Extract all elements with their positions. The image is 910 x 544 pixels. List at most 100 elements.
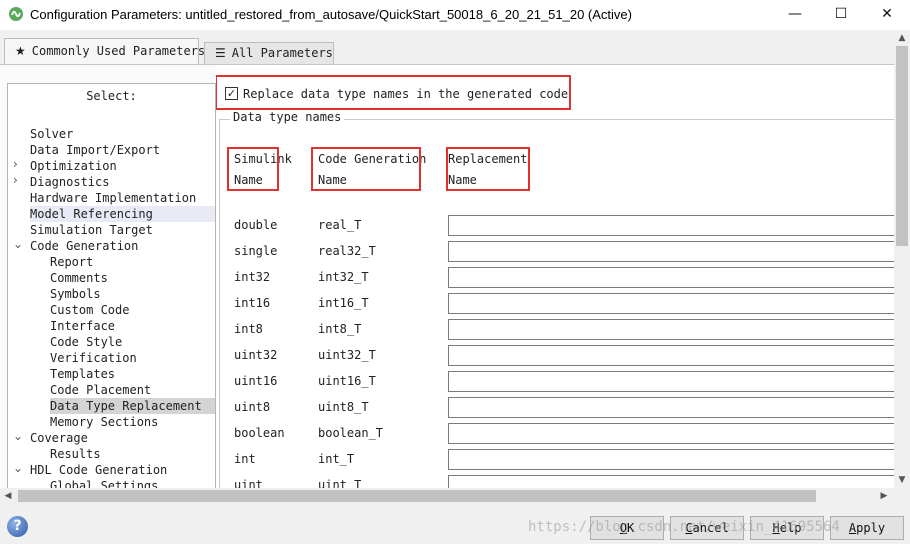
vertical-scroll-thumb[interactable]	[896, 46, 908, 246]
maximize-button[interactable]: ☐	[818, 0, 864, 30]
simulink-type-name: boolean	[234, 426, 285, 440]
data-type-replacement-pane: ✓ Replace data type names in the generat…	[216, 65, 894, 489]
help-button[interactable]: Help	[750, 516, 824, 540]
replacement-name-input[interactable]	[448, 267, 894, 288]
title-bar: Configuration Parameters: untitled_resto…	[0, 0, 910, 30]
annotation-box-checkbox	[216, 75, 571, 110]
tree-header: Select:	[86, 89, 137, 103]
expand-chevron-icon[interactable]: ›	[13, 173, 23, 187]
tree-item[interactable]: Coverage	[30, 430, 215, 446]
tree-item[interactable]: Interface	[50, 318, 215, 334]
close-button[interactable]: ✕	[864, 0, 910, 30]
codegen-type-name: int16_T	[318, 296, 369, 310]
list-icon: ☰	[215, 46, 226, 60]
tree-item[interactable]: Custom Code	[50, 302, 215, 318]
simulink-type-name: int32	[234, 270, 271, 284]
annotation-box-simulink-name	[227, 147, 279, 191]
group-title: Data type names	[230, 110, 345, 124]
collapse-chevron-icon[interactable]: ⌄	[13, 429, 23, 443]
tree-item[interactable]: Symbols	[50, 286, 215, 302]
category-tree: Select: Solver Data Import/Export › Optimiz…	[7, 83, 216, 489]
button-label-rest: pply	[856, 521, 886, 535]
tree-item[interactable]: Hardware Implementation	[30, 190, 215, 206]
tree-item[interactable]: Memory Sections	[50, 414, 215, 430]
replacement-name-input[interactable]	[448, 449, 894, 470]
tree-item[interactable]: Code Placement	[50, 382, 215, 398]
cancel-button[interactable]: Cancel	[670, 516, 744, 540]
tree-item[interactable]: Verification	[50, 350, 215, 366]
help-icon[interactable]: ?	[7, 516, 28, 537]
button-mnemonic: C	[685, 521, 693, 535]
scroll-down-icon[interactable]: ▼	[894, 472, 910, 488]
vertical-scrollbar[interactable]: ▲ ▼	[894, 30, 910, 488]
annotation-box-replacement-name	[446, 147, 530, 191]
codegen-type-name: uint8_T	[318, 400, 369, 414]
simulink-type-name: uint16	[234, 374, 278, 388]
codegen-type-name: int_T	[318, 452, 355, 466]
codegen-type-name: uint32_T	[318, 348, 376, 362]
button-label-rest: ancel	[692, 521, 729, 535]
tab-bar: ★ Commonly Used Parameters ☰ All Parameter…	[0, 30, 910, 64]
tree-item[interactable]: Data Import/Export	[30, 142, 215, 158]
simulink-type-name: int16	[234, 296, 271, 310]
horizontal-scroll-thumb[interactable]	[18, 490, 816, 502]
star-icon: ★	[15, 44, 26, 58]
replacement-name-input[interactable]	[448, 241, 894, 262]
tree-item[interactable]: Solver	[30, 126, 215, 142]
expand-chevron-icon[interactable]: ›	[13, 157, 23, 171]
simulink-logo-icon	[9, 7, 23, 21]
collapse-chevron-icon[interactable]: ⌄	[13, 461, 23, 475]
tree-item[interactable]: Results	[50, 446, 215, 462]
tab-all-parameters[interactable]: ☰ All Parameters	[204, 42, 334, 64]
tree-item[interactable]: Diagnostics	[30, 174, 215, 190]
button-mnemonic: H	[772, 521, 780, 535]
tree-item[interactable]: Comments	[50, 270, 215, 286]
annotation-box-codegen-name	[311, 147, 421, 191]
simulink-type-name: uint8	[234, 400, 271, 414]
tree-item[interactable]: Data Type Replacement	[50, 398, 215, 414]
codegen-type-name: real_T	[318, 218, 362, 232]
replacement-name-input[interactable]	[448, 293, 894, 314]
apply-button[interactable]: Apply	[830, 516, 904, 540]
tree-item[interactable]: Report	[50, 254, 215, 270]
minimize-button[interactable]: —	[772, 0, 818, 30]
tree-item[interactable]: Templates	[50, 366, 215, 382]
window-title: Configuration Parameters: untitled_resto…	[30, 7, 632, 22]
simulink-type-name: uint32	[234, 348, 278, 362]
ok-button[interactable]: OK	[590, 516, 664, 540]
simulink-type-name: int	[234, 452, 256, 466]
replacement-name-input[interactable]	[448, 345, 894, 366]
codegen-type-name: int8_T	[318, 322, 362, 336]
replacement-name-input[interactable]	[448, 397, 894, 418]
codegen-type-name: int32_T	[318, 270, 369, 284]
tree-item[interactable]: Code Style	[50, 334, 215, 350]
tree-item[interactable]: Simulation Target	[30, 222, 215, 238]
replacement-name-input[interactable]	[448, 475, 894, 489]
tree-item[interactable]: HDL Code Generation	[30, 462, 215, 478]
replacement-name-input[interactable]	[448, 371, 894, 392]
codegen-type-name: uint16_T	[318, 374, 376, 388]
tree-item[interactable]: Code Generation	[30, 238, 215, 254]
replacement-name-input[interactable]	[448, 319, 894, 340]
scroll-right-icon[interactable]: ▶	[876, 488, 892, 504]
tab-commonly-used-parameters[interactable]: ★ Commonly Used Parameters	[4, 38, 205, 64]
scroll-left-icon[interactable]: ◀	[0, 488, 16, 504]
horizontal-scrollbar[interactable]: ◀ ▶	[0, 488, 894, 504]
button-label-rest: K	[627, 521, 635, 535]
tab-label: Commonly Used Parameters	[31, 44, 206, 58]
collapse-chevron-icon[interactable]: ⌄	[13, 237, 23, 251]
replacement-name-input[interactable]	[448, 215, 894, 236]
scrollbar-corner	[894, 488, 910, 504]
button-mnemonic: O	[619, 521, 627, 535]
tab-label: All Parameters	[231, 46, 333, 60]
button-label-rest: elp	[779, 521, 802, 535]
replacement-name-input[interactable]	[448, 423, 894, 444]
main-panel: Select: Solver Data Import/Export › Optimiz…	[0, 64, 894, 489]
dialog-button-bar: ? OK Cancel Help Apply https://blog.csdn…	[0, 504, 910, 544]
scroll-up-icon[interactable]: ▲	[894, 30, 910, 46]
simulink-type-name: single	[234, 244, 278, 258]
tree-item[interactable]: Optimization	[30, 158, 215, 174]
tree-item[interactable]: Model Referencing	[30, 206, 215, 222]
simulink-type-name: double	[234, 218, 278, 232]
simulink-type-name: int8	[234, 322, 263, 336]
